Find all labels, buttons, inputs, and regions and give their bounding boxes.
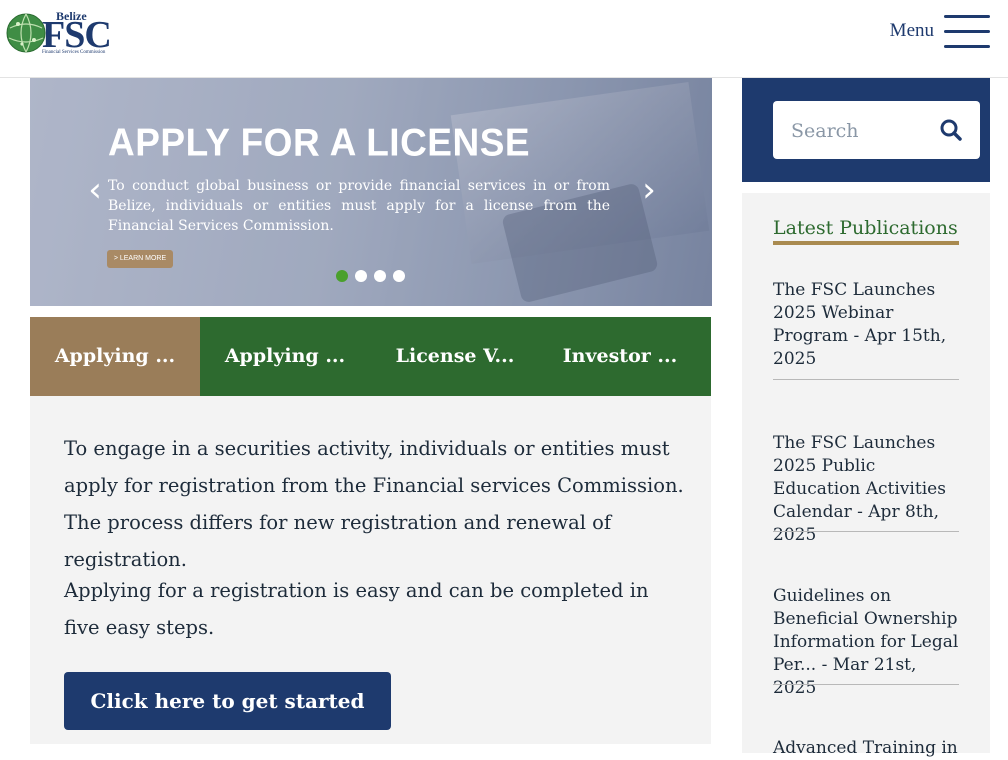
tab-applying-registration[interactable]: Applying ...: [30, 317, 200, 396]
menu-label[interactable]: Menu: [890, 20, 934, 42]
search-icon[interactable]: [939, 118, 963, 142]
hamburger-menu-icon[interactable]: [944, 15, 990, 49]
globe-icon: [6, 13, 46, 53]
slider-dot-4[interactable]: [393, 270, 405, 282]
hamburger-line: [944, 30, 990, 33]
slider-prev-arrow-icon[interactable]: ‹: [82, 172, 108, 208]
search-field-wrapper: [773, 101, 980, 159]
tab-investor[interactable]: Investor ...: [535, 317, 705, 396]
tab-content-panel: To engage in a securities activity, indi…: [30, 396, 711, 744]
sidebar-search-panel: [742, 77, 990, 182]
tab-applying-license[interactable]: Applying ...: [200, 317, 370, 396]
hamburger-line: [944, 45, 990, 48]
publication-divider: [773, 684, 959, 685]
hamburger-line: [944, 15, 990, 18]
publication-item[interactable]: The FSC Launches 2025 Public Education A…: [773, 432, 959, 547]
publication-divider: [773, 531, 959, 532]
publication-divider: [773, 379, 959, 380]
logo-fsc-text: FSC: [42, 14, 112, 56]
get-started-button[interactable]: Click here to get started: [64, 672, 391, 730]
logo-tagline: Financial Services Commission: [42, 50, 106, 55]
slider-dot-1[interactable]: [336, 270, 348, 282]
slider-dot-3[interactable]: [374, 270, 386, 282]
publication-item[interactable]: Advanced Training in: [773, 737, 959, 760]
fsc-logo[interactable]: Belize FSC Financial Services Commission: [6, 8, 116, 58]
publications-heading: Latest Publications: [773, 217, 958, 239]
publication-item[interactable]: The FSC Launches 2025 Webinar Program - …: [773, 279, 959, 371]
content-paragraph-1: To engage in a securities activity, indi…: [64, 437, 684, 571]
publication-item[interactable]: Guidelines on Beneficial Ownership Infor…: [773, 585, 959, 700]
tab-license-verification[interactable]: License V...: [370, 317, 540, 396]
slide-learn-more-button[interactable]: > LEARN MORE: [107, 250, 173, 268]
slide-text: To conduct global business or provide fi…: [108, 178, 610, 234]
latest-publications-panel: Latest Publications The FSC Launches 202…: [742, 193, 990, 758]
slider-next-arrow-icon[interactable]: ›: [636, 172, 662, 208]
search-input[interactable]: [789, 115, 933, 147]
slide-title: APPLY FOR A LICENSE: [108, 120, 531, 164]
publications-heading-underline: [773, 241, 959, 245]
site-header: Belize FSC Financial Services Commission…: [0, 0, 1008, 78]
slider-dot-2[interactable]: [355, 270, 367, 282]
content-paragraph-2: Applying for a registration is easy and …: [64, 579, 649, 639]
tab-bar: Applying ... Applying ... License V... I…: [30, 317, 711, 396]
hero-slider: APPLY FOR A LICENSE To conduct global bu…: [30, 78, 712, 306]
